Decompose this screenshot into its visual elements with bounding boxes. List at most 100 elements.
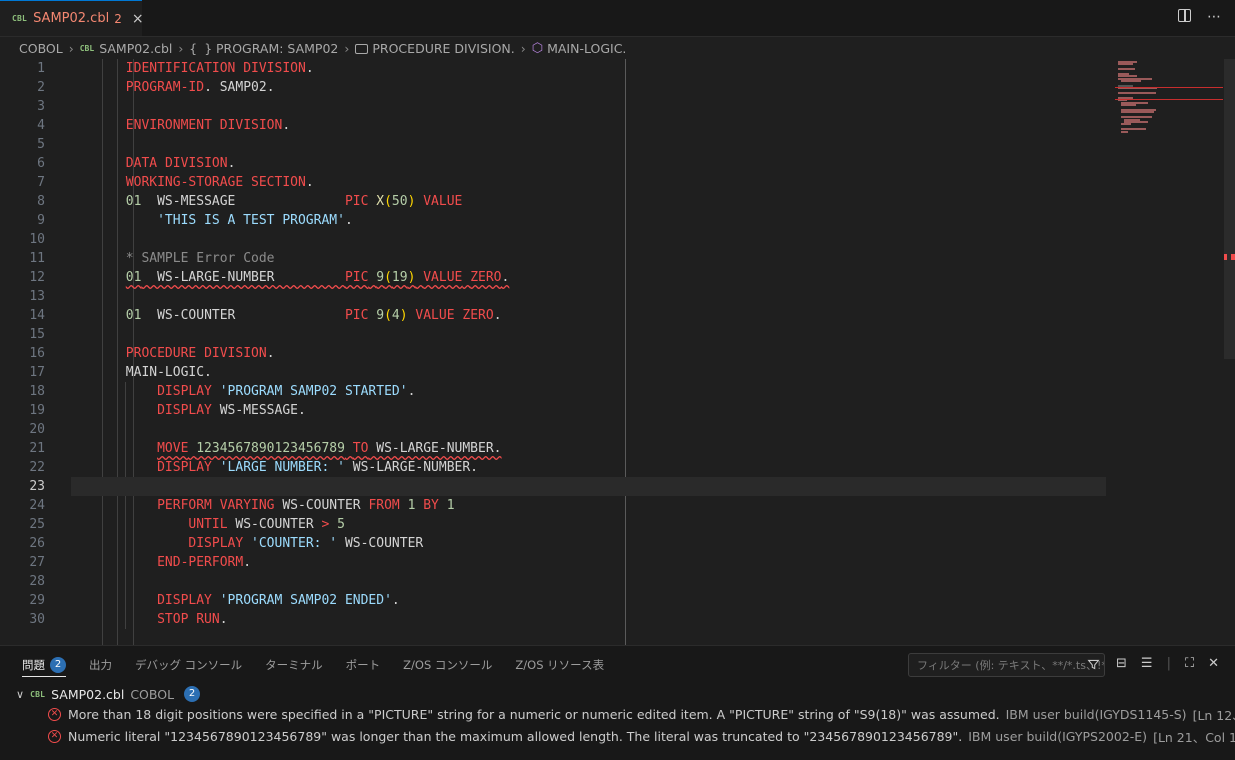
code-line[interactable]: 01 WS-COUNTER PIC 9(4) VALUE ZERO. — [71, 306, 1106, 325]
code-line[interactable]: STOP RUN. — [71, 610, 1106, 629]
code-line[interactable]: WORKING-STORAGE SECTION. — [71, 173, 1106, 192]
code-line[interactable] — [71, 325, 1106, 344]
code-line[interactable]: 01 WS-LARGE-NUMBER PIC 9(19) VALUE ZERO. — [71, 268, 1106, 287]
problem-count-badge: 2 — [50, 657, 66, 673]
breadcrumb-file[interactable]: SAMP02.cbl — [99, 41, 172, 56]
filter-placeholder: フィルター (例: テキスト、**/*.ts、!**/node_modules/… — [917, 659, 1105, 672]
panel-tab[interactable]: 問題 2 — [22, 654, 66, 677]
code-line[interactable]: ENVIRONMENT DIVISION. — [71, 116, 1106, 135]
problems-file-row[interactable]: ∨ CBL SAMP02.cbl COBOL 2 — [16, 684, 201, 704]
close-panel-icon[interactable]: ✕ — [1208, 656, 1219, 671]
more-actions-icon[interactable]: ⋯ — [1207, 9, 1221, 25]
code-line[interactable] — [71, 420, 1106, 439]
code-editor[interactable]: 1 2 3 4 5 6 7 8 9 10 11 12 13 14 15 16 17 18 19 20 21 22 23 24 2… — [0, 59, 1235, 645]
panel-tab[interactable]: ターミナル — [265, 654, 323, 676]
panel-actions: ⊟ ☰ | ⛶ ✕ — [1116, 656, 1219, 671]
line-number: 12 — [29, 270, 45, 285]
problem-row[interactable]: ✕ Numeric literal "1234567890123456789" w… — [48, 726, 1235, 746]
code-line[interactable] — [71, 287, 1106, 306]
minimap[interactable] — [1115, 59, 1223, 139]
chevron-right-icon: › — [178, 40, 184, 56]
line-number: 20 — [29, 422, 45, 437]
line-number: 2 — [37, 80, 45, 95]
line-number: 25 — [29, 517, 45, 532]
code-line[interactable]: PROCEDURE DIVISION. — [71, 344, 1106, 363]
line-number: 11 — [29, 251, 45, 266]
split-editor-icon[interactable] — [1178, 9, 1191, 22]
editor-tab-bar: CBL SAMP02.cbl 2 × ⋯ — [0, 0, 1235, 37]
problem-location: [Ln 12、Col 8] — [1192, 707, 1235, 723]
panel-tab-label: デバッグ コンソール — [135, 658, 243, 672]
code-line[interactable]: PROGRAM-ID. SAMP02. — [71, 78, 1106, 97]
breadcrumb-program[interactable]: PROGRAM: SAMP02 — [216, 41, 338, 56]
problems-filter-input[interactable]: フィルター (例: テキスト、**/*.ts、!**/node_modules/… — [908, 653, 1105, 677]
code-line[interactable]: 'THIS IS A TEST PROGRAM'. — [71, 211, 1106, 230]
view-as-list-icon[interactable]: ☰ — [1141, 656, 1153, 671]
chevron-down-icon[interactable]: ∨ — [16, 688, 24, 701]
code-line[interactable]: 01 WS-MESSAGE PIC X(50) VALUE — [71, 192, 1106, 211]
code-line[interactable]: DISPLAY 'PROGRAM SAMP02 STARTED'. — [71, 382, 1106, 401]
chevron-right-icon: › — [520, 40, 526, 56]
chevron-right-icon: › — [344, 40, 350, 56]
breadcrumb-division[interactable]: PROCEDURE DIVISION. — [372, 41, 514, 56]
collapse-all-icon[interactable]: ⊟ — [1116, 656, 1127, 671]
code-line[interactable] — [71, 135, 1106, 154]
code-lines[interactable]: IDENTIFICATION DIVISION. PROGRAM-ID. SAM… — [71, 59, 1106, 629]
line-number: 26 — [29, 536, 45, 551]
panel-tab[interactable]: Z/OS コンソール — [403, 654, 492, 676]
problem-location: [Ln 21、Col 12] — [1153, 729, 1235, 745]
panel-tab-label: Z/OS リソース表 — [515, 658, 605, 672]
line-number: 28 — [29, 574, 45, 589]
minimap-line — [1118, 92, 1157, 95]
code-line[interactable]: PERFORM VARYING WS-COUNTER FROM 1 BY 1 — [71, 496, 1106, 515]
close-icon[interactable]: × — [132, 11, 144, 27]
line-number: 9 — [37, 213, 45, 228]
maximize-panel-icon[interactable]: ⛶ — [1185, 656, 1194, 671]
code-line[interactable]: END-PERFORM. — [71, 553, 1106, 572]
divider: | — [1166, 656, 1171, 671]
panel-tab-label: 問題 — [22, 658, 45, 672]
code-line[interactable] — [71, 477, 1106, 496]
problem-row[interactable]: ✕ More than 18 digit positions were speci… — [48, 704, 1235, 724]
panel-tab[interactable]: ポート — [346, 654, 381, 676]
line-number: 24 — [29, 498, 45, 513]
breadcrumb-paragraph[interactable]: MAIN-LOGIC. — [547, 41, 626, 56]
panel-tab[interactable]: デバッグ コンソール — [135, 654, 242, 676]
panel-tab[interactable]: Z/OS リソース表 — [515, 654, 604, 676]
line-number: 10 — [29, 232, 45, 247]
breadcrumb-language[interactable]: COBOL — [19, 41, 63, 56]
tab-samp02[interactable]: CBL SAMP02.cbl 2 × — [0, 0, 144, 36]
filter-icon[interactable] — [1087, 658, 1100, 671]
code-line[interactable]: UNTIL WS-COUNTER > 5 — [71, 515, 1106, 534]
problems-file-name: SAMP02.cbl — [51, 686, 125, 702]
code-line[interactable]: MAIN-LOGIC. — [71, 363, 1106, 382]
code-line[interactable]: IDENTIFICATION DIVISION. — [71, 59, 1106, 78]
code-line[interactable]: * SAMPLE Error Code — [71, 249, 1106, 268]
panel-tab-label: ポート — [345, 658, 381, 672]
minimap-line — [1121, 80, 1142, 83]
error-marker — [1231, 254, 1235, 260]
code-line[interactable]: MOVE 1234567890123456789 TO WS-LARGE-NUM… — [71, 439, 1106, 458]
line-number: 23 — [29, 479, 45, 494]
code-line[interactable] — [71, 97, 1106, 116]
problem-source: IBM user build(IGYPS2002-E) — [968, 728, 1148, 744]
line-number: 27 — [29, 555, 45, 570]
error-icon: ✕ — [48, 729, 61, 743]
minimap-line — [1118, 68, 1135, 71]
code-line[interactable] — [71, 230, 1106, 249]
panel-tab[interactable]: 出力 — [89, 654, 112, 676]
code-line[interactable]: DISPLAY 'PROGRAM SAMP02 ENDED'. — [71, 591, 1106, 610]
vertical-scrollbar[interactable] — [1224, 59, 1235, 359]
line-number: 8 — [37, 194, 45, 209]
code-line[interactable]: DISPLAY WS-MESSAGE. — [71, 401, 1106, 420]
minimap-error-line — [1115, 99, 1223, 100]
code-line[interactable]: DISPLAY 'COUNTER: ' WS-COUNTER — [71, 534, 1106, 553]
code-line[interactable] — [71, 572, 1106, 591]
minimap-line — [1121, 111, 1154, 114]
code-line[interactable]: DISPLAY 'LARGE NUMBER: ' WS-LARGE-NUMBER… — [71, 458, 1106, 477]
problems-file-language: COBOL — [130, 686, 175, 702]
line-number: 22 — [29, 460, 45, 475]
error-marker — [1224, 254, 1227, 260]
breadcrumb: COBOL › CBL SAMP02.cbl › { } PROGRAM: SA… — [0, 37, 1235, 59]
code-line[interactable]: DATA DIVISION. — [71, 154, 1106, 173]
